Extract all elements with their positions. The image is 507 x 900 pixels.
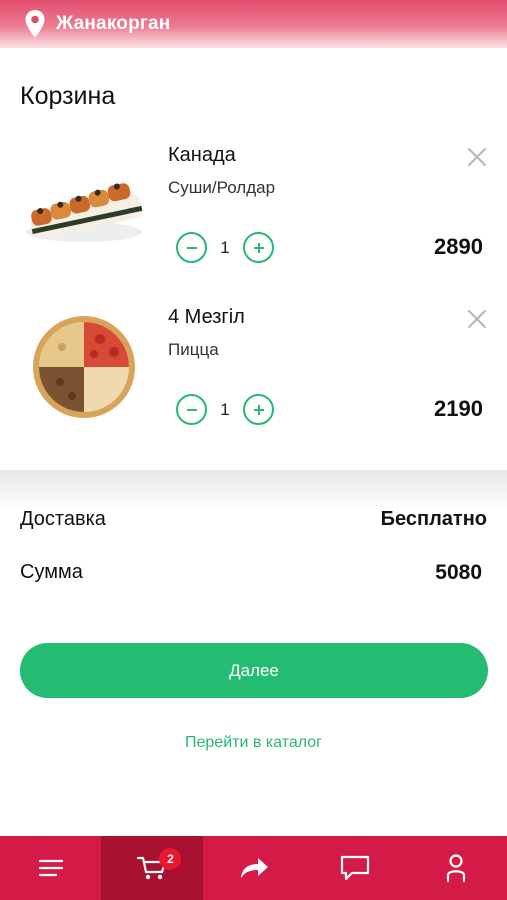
quantity-stepper: 1 bbox=[176, 232, 274, 263]
plus-icon bbox=[253, 242, 264, 253]
item-price: 2190 bbox=[434, 396, 483, 421]
close-icon[interactable] bbox=[466, 146, 488, 168]
delivery-row: Доставка Бесплатно bbox=[20, 508, 487, 531]
pizza-image bbox=[33, 316, 135, 418]
menu-icon bbox=[38, 859, 63, 877]
item-price: 2890 bbox=[434, 234, 483, 259]
delivery-label: Доставка bbox=[20, 508, 106, 530]
nav-share[interactable] bbox=[203, 836, 304, 900]
item-name: Канада bbox=[168, 144, 236, 166]
cart-item: 4 Мезгіл Пицца 1 2190 bbox=[0, 300, 507, 450]
location-pin-icon bbox=[25, 10, 45, 38]
minus-icon bbox=[186, 246, 197, 249]
plus-icon bbox=[253, 404, 264, 415]
item-category: Суши/Ролдар bbox=[168, 178, 276, 197]
total-label: Сумма bbox=[20, 561, 83, 583]
page-title: Корзина bbox=[20, 82, 116, 110]
chat-icon bbox=[340, 855, 370, 881]
quantity-stepper: 1 bbox=[176, 394, 274, 425]
nav-profile[interactable] bbox=[406, 836, 507, 900]
location-bar[interactable]: Жанакорган bbox=[0, 0, 507, 48]
city-name: Жанакорган bbox=[56, 13, 171, 34]
delivery-value: Бесплатно bbox=[380, 508, 487, 530]
close-icon[interactable] bbox=[466, 308, 488, 330]
nav-cart[interactable]: 2 bbox=[101, 836, 203, 900]
cart-item: Канада Суши/Ролдар 1 2890 bbox=[0, 138, 507, 288]
minus-icon bbox=[186, 408, 197, 411]
nav-chat[interactable] bbox=[304, 836, 405, 900]
quantity-value: 1 bbox=[220, 237, 230, 257]
increase-button[interactable] bbox=[243, 232, 274, 263]
item-category: Пицца bbox=[168, 340, 219, 359]
bottom-navbar: 2 bbox=[0, 836, 507, 900]
go-to-catalog-link[interactable]: Перейти в каталог bbox=[0, 734, 507, 752]
cart-count-badge: 2 bbox=[159, 848, 182, 870]
item-name: 4 Мезгіл bbox=[168, 306, 245, 328]
total-value: 5080 bbox=[435, 561, 482, 584]
decrease-button[interactable] bbox=[176, 232, 207, 263]
total-row: Сумма 5080 bbox=[20, 561, 487, 585]
share-icon bbox=[240, 858, 268, 878]
increase-button[interactable] bbox=[243, 394, 274, 425]
quantity-value: 1 bbox=[220, 399, 230, 419]
sushi-roll-image bbox=[26, 183, 143, 242]
decrease-button[interactable] bbox=[176, 394, 207, 425]
profile-icon bbox=[447, 854, 466, 883]
next-button[interactable]: Далее bbox=[20, 643, 488, 698]
summary-divider bbox=[0, 470, 507, 510]
nav-menu[interactable] bbox=[0, 836, 101, 900]
